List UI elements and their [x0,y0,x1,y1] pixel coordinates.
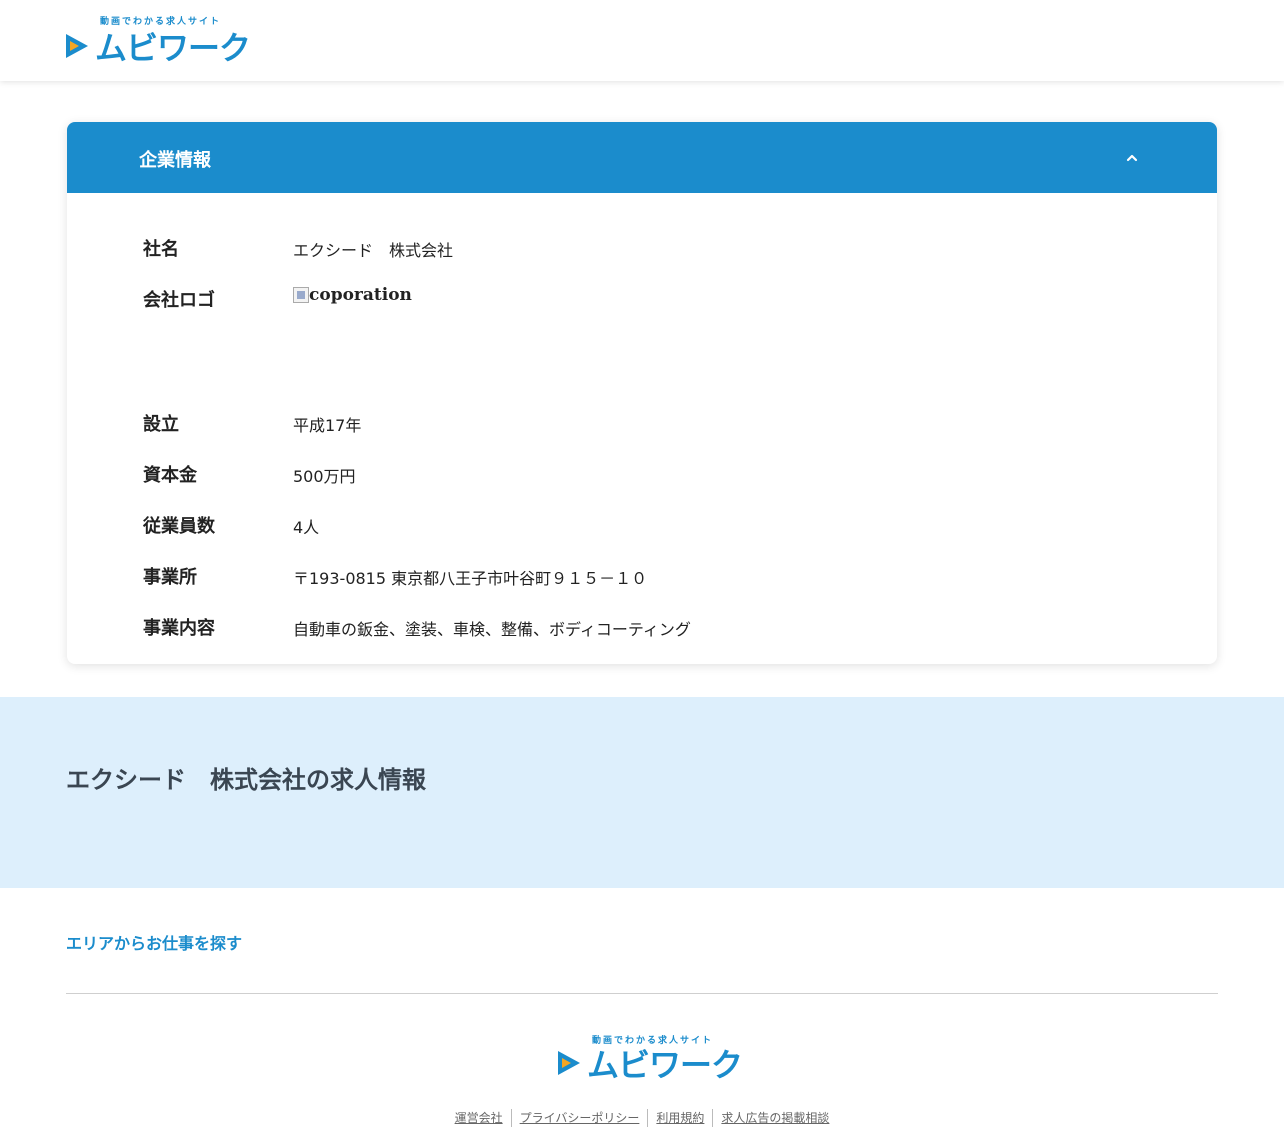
employees-label: 従業員数 [143,516,215,537]
footer-link-terms[interactable]: 利用規約 [647,1109,712,1127]
founded-label: 設立 [143,414,179,435]
footer-link-advertise[interactable]: 求人広告の掲載相談 [712,1109,837,1127]
office-label: 事業所 [143,567,197,588]
divider [66,993,1218,994]
company-info-header[interactable]: 企業情報 [67,122,1217,193]
chevron-up-icon[interactable] [1125,151,1139,165]
company-name-value: エクシード 株式会社 [293,241,454,260]
company-info-title: 企業情報 [139,150,211,171]
footer-link-company[interactable]: 運営会社 [447,1109,511,1127]
company-name-label: 社名 [143,239,179,260]
jobs-section: エクシード 株式会社の求人情報 [0,697,1284,888]
footer-logo[interactable]: 動画でわかる求人サイト ムビワーク [558,1033,743,1084]
play-icon-accent [562,1058,571,1068]
footer-link-privacy[interactable]: プライバシーポリシー [510,1109,648,1127]
company-logo-image: coporation [293,285,412,305]
broken-image-icon [293,287,309,303]
employees-value: 4人 [293,518,320,537]
site-header: 動画でわかる求人サイト ムビワーク [0,0,1284,81]
header-logo[interactable]: 動画でわかる求人サイト ムビワーク [66,14,251,67]
founded-value: 平成17年 [293,416,362,435]
company-logo-alt: coporation [309,285,412,305]
capital-value: 500万円 [293,467,356,486]
logo-wordmark: ムビワーク [95,29,251,67]
jobs-title: エクシード 株式会社の求人情報 [66,766,426,794]
footer-links: 運営会社 プライバシーポリシー 利用規約 求人広告の掲載相談 [0,1109,1284,1127]
capital-label: 資本金 [143,465,197,486]
logo-wordmark: ムビワーク [587,1046,743,1084]
company-info-card: 企業情報 社名 エクシード 株式会社 会社ロゴ coporation 設立 平成… [67,122,1217,664]
search-by-area-link[interactable]: エリアからお仕事を探す [66,930,242,954]
office-value: 〒193-0815 東京都八王子市叶谷町９１５－１０ [293,569,648,588]
play-icon-accent [70,41,79,51]
business-label: 事業内容 [143,618,215,639]
business-value: 自動車の鈑金、塗装、車検、整備、ボディコーティング [293,620,691,639]
company-logo-label: 会社ロゴ [143,290,215,311]
